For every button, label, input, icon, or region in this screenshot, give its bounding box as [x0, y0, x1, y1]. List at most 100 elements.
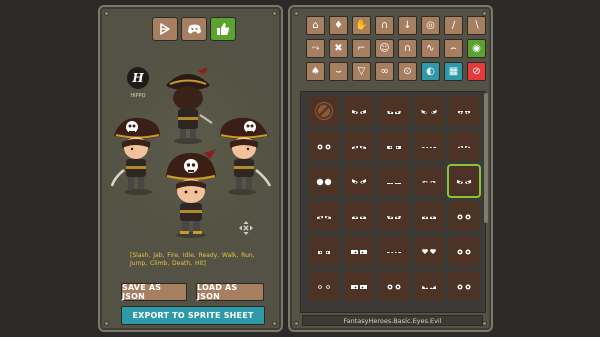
part-selection-grid — [300, 91, 486, 313]
eyebrows-button[interactable]: ⌢ — [444, 39, 463, 58]
hippo-logo[interactable]: H — [127, 67, 149, 89]
hippo-label: HIPPO — [130, 93, 146, 99]
codepen-button[interactable] — [152, 17, 178, 41]
gloves-icon: ✋ — [355, 19, 368, 31]
reset-icon: ⊘ — [472, 65, 481, 77]
eyes-option[interactable] — [449, 201, 479, 231]
eyes-option[interactable] — [344, 96, 374, 126]
discord-icon — [187, 24, 201, 34]
panel-rivet — [294, 321, 299, 326]
eyes-option[interactable] — [449, 271, 479, 301]
earrings-button[interactable]: ⊙ — [398, 62, 417, 81]
eyes-button[interactable]: ◉ — [467, 39, 486, 58]
boots-icon: ↓ — [403, 19, 412, 31]
eyes-option[interactable] — [379, 166, 409, 196]
panel-rivet — [294, 11, 299, 16]
pants-icon: ∩ — [380, 19, 389, 31]
codepen-icon — [160, 23, 170, 35]
mouth-icon: ⌣ — [335, 65, 342, 77]
mouth-button[interactable]: ⌣ — [329, 62, 348, 81]
grid-scrollbar-thumb[interactable] — [484, 93, 488, 223]
animation-list[interactable]: [Slash, Jab, Fire, Idle, Ready, Walk, Ru… — [130, 252, 255, 268]
hair-icon: ∩ — [403, 42, 412, 54]
layout-icon: ▦ — [448, 65, 459, 77]
firearm-button[interactable]: ⌐ — [352, 39, 371, 58]
eyes-option[interactable] — [309, 236, 339, 266]
eyes-option[interactable] — [344, 201, 374, 231]
character-preview-panel: H HIPPO [Slash, Jab, Fire, Idle, Ready, … — [98, 5, 283, 332]
eyes-option[interactable] — [414, 236, 444, 266]
mask-icon: ∞ — [380, 65, 389, 77]
eyes-icon: ◉ — [472, 42, 481, 54]
eyes-option[interactable] — [309, 166, 339, 196]
eyes-option[interactable] — [379, 271, 409, 301]
eyes-option[interactable] — [309, 271, 339, 301]
eyes-option[interactable] — [344, 166, 374, 196]
eyes-option[interactable] — [379, 201, 409, 231]
bow-button[interactable]: ⤳ — [306, 39, 325, 58]
eyes-option[interactable] — [344, 131, 374, 161]
ears-icon: ♠ — [311, 65, 320, 77]
body-icon: ☺ — [379, 42, 390, 54]
eyes-option[interactable] — [309, 201, 339, 231]
cape-button[interactable]: ▽ — [352, 62, 371, 81]
earrings-icon: ⊙ — [403, 65, 412, 77]
thumbs-up-icon — [217, 23, 230, 35]
gloves-button[interactable]: ✋ — [352, 16, 371, 35]
panel-rivet — [104, 321, 109, 326]
panel-rivet — [272, 321, 277, 326]
editor-stage: H HIPPO [Slash, Jab, Fire, Idle, Ready, … — [0, 0, 600, 337]
panel-rivet — [104, 11, 109, 16]
crossbow-button[interactable]: ✖ — [329, 39, 348, 58]
eyes-option[interactable] — [449, 96, 479, 126]
helmet-button[interactable]: ⌂ — [306, 16, 325, 35]
eyes-option[interactable] — [414, 131, 444, 161]
boots-button[interactable]: ↓ — [398, 16, 417, 35]
mustache-icon: ∿ — [426, 42, 435, 54]
eyes-option[interactable] — [449, 236, 479, 266]
panel-rivet — [272, 11, 277, 16]
dagger-button[interactable]: ∖ — [467, 16, 486, 35]
hero-back-view — [166, 67, 213, 144]
save-json-button[interactable]: SAVE AS JSON — [121, 283, 187, 301]
eyes-option[interactable] — [344, 236, 374, 266]
eyes-option[interactable] — [447, 164, 481, 198]
layout-button[interactable]: ▦ — [444, 62, 463, 81]
armor-button[interactable]: ♦ — [329, 16, 348, 35]
ears-button[interactable]: ♠ — [306, 62, 325, 81]
mask-button[interactable]: ∞ — [375, 62, 394, 81]
load-json-button[interactable]: LOAD AS JSON — [196, 283, 264, 301]
eyes-option[interactable] — [309, 131, 339, 161]
mustache-button[interactable]: ∿ — [421, 39, 440, 58]
move-arrows-icon[interactable] — [239, 221, 253, 235]
firearm-icon: ⌐ — [357, 42, 366, 54]
body-button[interactable]: ☺ — [375, 39, 394, 58]
eyes-option[interactable] — [379, 131, 409, 161]
sword-button[interactable]: ∕ — [444, 16, 463, 35]
eyes-option[interactable] — [414, 201, 444, 231]
eyes-option[interactable] — [414, 271, 444, 301]
export-sprite-sheet-button[interactable]: EXPORT TO SPRITE SHEET — [121, 306, 265, 325]
sword-icon: ∕ — [451, 19, 456, 31]
hair-button[interactable]: ∩ — [398, 39, 417, 58]
cape-icon: ▽ — [357, 65, 366, 77]
shield-icon: ◎ — [426, 19, 435, 31]
helmet-icon: ⌂ — [312, 19, 319, 31]
eyes-option[interactable] — [379, 236, 409, 266]
palette-button[interactable]: ◐ — [421, 62, 440, 81]
no-eyes-option[interactable] — [309, 96, 339, 126]
eyes-option[interactable] — [379, 96, 409, 126]
eyes-option[interactable] — [449, 131, 479, 161]
eyes-option[interactable] — [344, 271, 374, 301]
eyes-option[interactable] — [414, 166, 444, 196]
customization-panel: ⌂ ♦ ✋ ∩ ↓ ◎ ∕ ∖ ⤳ ✖ ⌐ ☺ ∩ ∿ ⌢ ◉ ♠ ⌣ ▽ ∞ ⊙ ◐ ▦ ⊘ FantasyHeroes.B… — [288, 5, 493, 332]
discord-button[interactable] — [181, 17, 207, 41]
pants-button[interactable]: ∩ — [375, 16, 394, 35]
shield-button[interactable]: ◎ — [421, 16, 440, 35]
hippo-logo-letter: H — [132, 71, 144, 85]
eyes-option[interactable] — [414, 96, 444, 126]
like-button[interactable] — [210, 17, 236, 41]
eyebrows-icon: ⌢ — [450, 42, 457, 54]
grid-scrollbar[interactable] — [484, 93, 488, 223]
reset-button[interactable]: ⊘ — [467, 62, 486, 81]
